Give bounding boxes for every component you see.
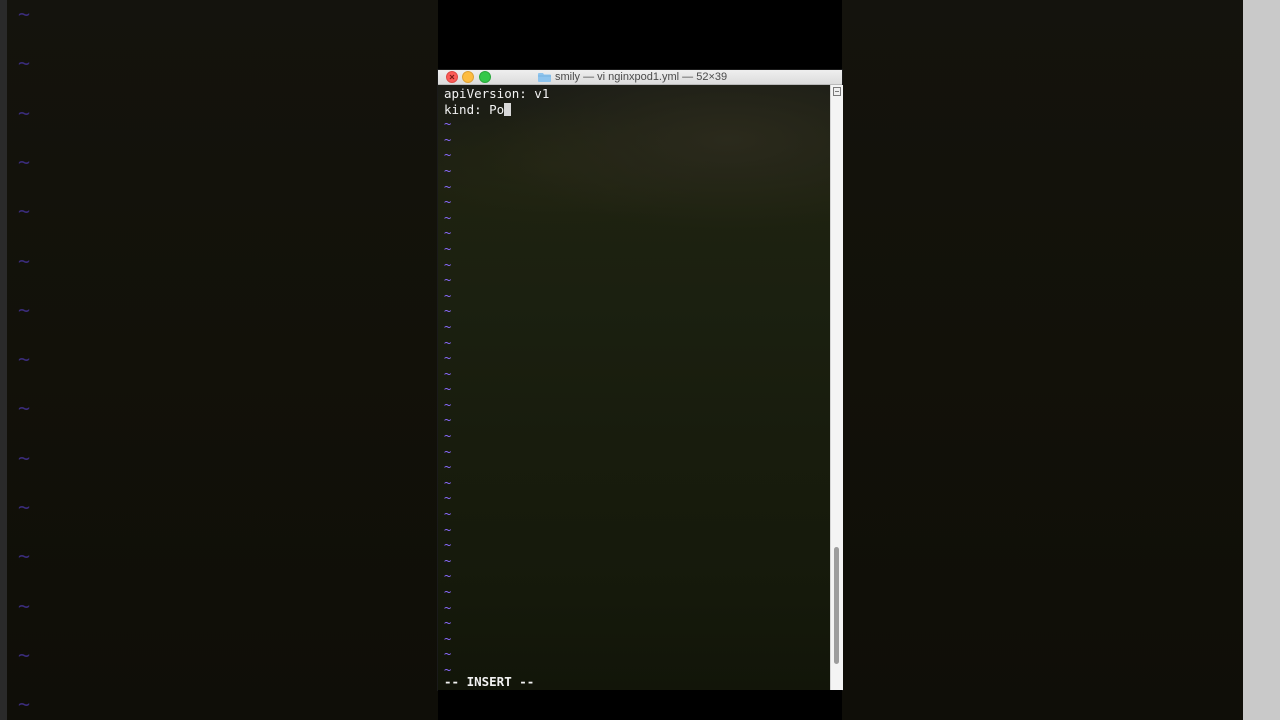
background-tilde: ~ [18,149,31,174]
empty-line-marker: ~ [444,257,452,272]
empty-line-marker: ~ [444,585,452,599]
empty-lines: ~ ~ ~ ~ ~ ~ ~ ~ ~ ~ ~ ~ ~ ~ ~ ~ ~ ~ ~ ~ ~ ~ ~ ~ ~ ~ ~ ~ ~ ~ ~ ~ ~ ~ ~ ~ [444,117,824,678]
empty-line-marker: ~ [444,553,452,568]
screen-recording-frame: ~ ~ ~ ~ ~ ~ ~ ~ ~ ~ ~ ~ ~ ~ ~ smily — vi nginxpod1. [0,0,1280,720]
vertical-scrollbar[interactable] [830,85,843,690]
empty-line-marker: ~ [444,382,452,397]
background-tilde: ~ [18,100,31,125]
background-tilde: ~ [18,544,31,569]
editor-line-text: kind: Po [444,101,505,117]
empty-line-marker: ~ [444,631,452,646]
background-tilde-column: ~ ~ ~ ~ ~ ~ ~ ~ ~ ~ ~ ~ ~ ~ ~ [18,0,42,720]
background-tilde: ~ [18,2,31,26]
empty-line-marker: ~ [444,647,452,662]
background-tilde: ~ [18,642,31,667]
editor-buffer[interactable]: apiVersion: v1 kind: Po ~ ~ ~ ~ ~ ~ ~ ~ ~ ~ ~ ~ ~ ~ ~ ~… [444,86,824,679]
empty-line-marker: ~ [444,319,452,334]
empty-line-marker: ~ [444,600,452,615]
background-blur-right [842,0,1280,720]
empty-line-marker: ~ [444,179,452,194]
window-title-area: smily — vi nginxpod1.yml — 52×39 [538,70,748,84]
maximize-icon [481,73,489,81]
background-tilde: ~ [18,51,31,76]
terminal-content[interactable]: apiVersion: v1 kind: Po ~ ~ ~ ~ ~ ~ ~ ~ ~ ~ ~ ~ ~ ~ ~ ~… [438,85,830,690]
empty-line-marker: ~ [444,366,452,381]
editor-line[interactable]: apiVersion: v1 [444,86,824,102]
letterbox-bottom [438,690,842,720]
empty-line-marker: ~ [444,210,452,225]
empty-line-marker: ~ [444,616,452,631]
text-cursor [504,102,512,116]
empty-line-marker: ~ [444,195,452,210]
terminal-window[interactable]: smily — vi nginxpod1.yml — 52×39 apiVers… [438,70,843,690]
empty-line-marker: ~ [444,460,452,475]
empty-line-marker: ~ [444,288,452,303]
vi-mode-status: -- INSERT -- [444,674,535,689]
background-blur-left: ~ ~ ~ ~ ~ ~ ~ ~ ~ ~ ~ ~ ~ ~ ~ [0,0,438,720]
close-button[interactable] [446,71,458,83]
background-tilde: ~ [18,495,31,519]
empty-line-marker: ~ [444,241,452,256]
empty-line-marker: ~ [444,132,452,147]
background-tilde: ~ [18,199,31,224]
empty-line-marker: ~ [444,304,452,319]
background-tilde: ~ [18,692,31,717]
empty-line-marker: ~ [444,148,452,163]
empty-line-marker: ~ [444,273,452,288]
window-titlebar[interactable]: smily — vi nginxpod1.yml — 52×39 [438,70,842,85]
folder-icon [538,72,551,82]
scrollbar-thumb[interactable] [834,546,839,665]
background-tilde: ~ [18,297,31,322]
editor-line-current[interactable]: kind: Po [444,102,824,118]
maximize-button[interactable] [479,71,491,83]
close-icon [449,74,455,80]
background-tilde: ~ [18,445,31,470]
minimize-button[interactable] [462,71,474,83]
empty-line-marker: ~ [444,569,452,584]
background-tilde: ~ [18,248,31,273]
empty-line-marker: ~ [444,522,452,537]
empty-line-marker: ~ [444,429,452,444]
window-title: smily — vi nginxpod1.yml — 52×39 [555,71,728,83]
empty-line-marker: ~ [444,444,452,459]
empty-line-marker: ~ [444,413,452,428]
background-right-strip [1243,0,1280,720]
empty-line-marker: ~ [444,491,452,506]
background-tilde: ~ [18,593,31,618]
empty-line-marker: ~ [444,335,452,350]
empty-line-marker: ~ [444,475,452,490]
empty-line-marker: ~ [444,397,452,412]
empty-line-marker: ~ [444,538,452,553]
background-tilde: ~ [18,347,31,372]
empty-line-marker: ~ [444,507,452,522]
background-tilde: ~ [18,396,31,421]
minimize-icon [464,73,472,81]
split-pane-icon[interactable] [833,87,841,96]
empty-line-marker: ~ [444,163,452,178]
empty-line-marker: ~ [444,226,452,241]
empty-line-marker: ~ [444,351,452,366]
empty-line-marker: ~ [444,117,452,132]
background-edge [0,0,7,720]
